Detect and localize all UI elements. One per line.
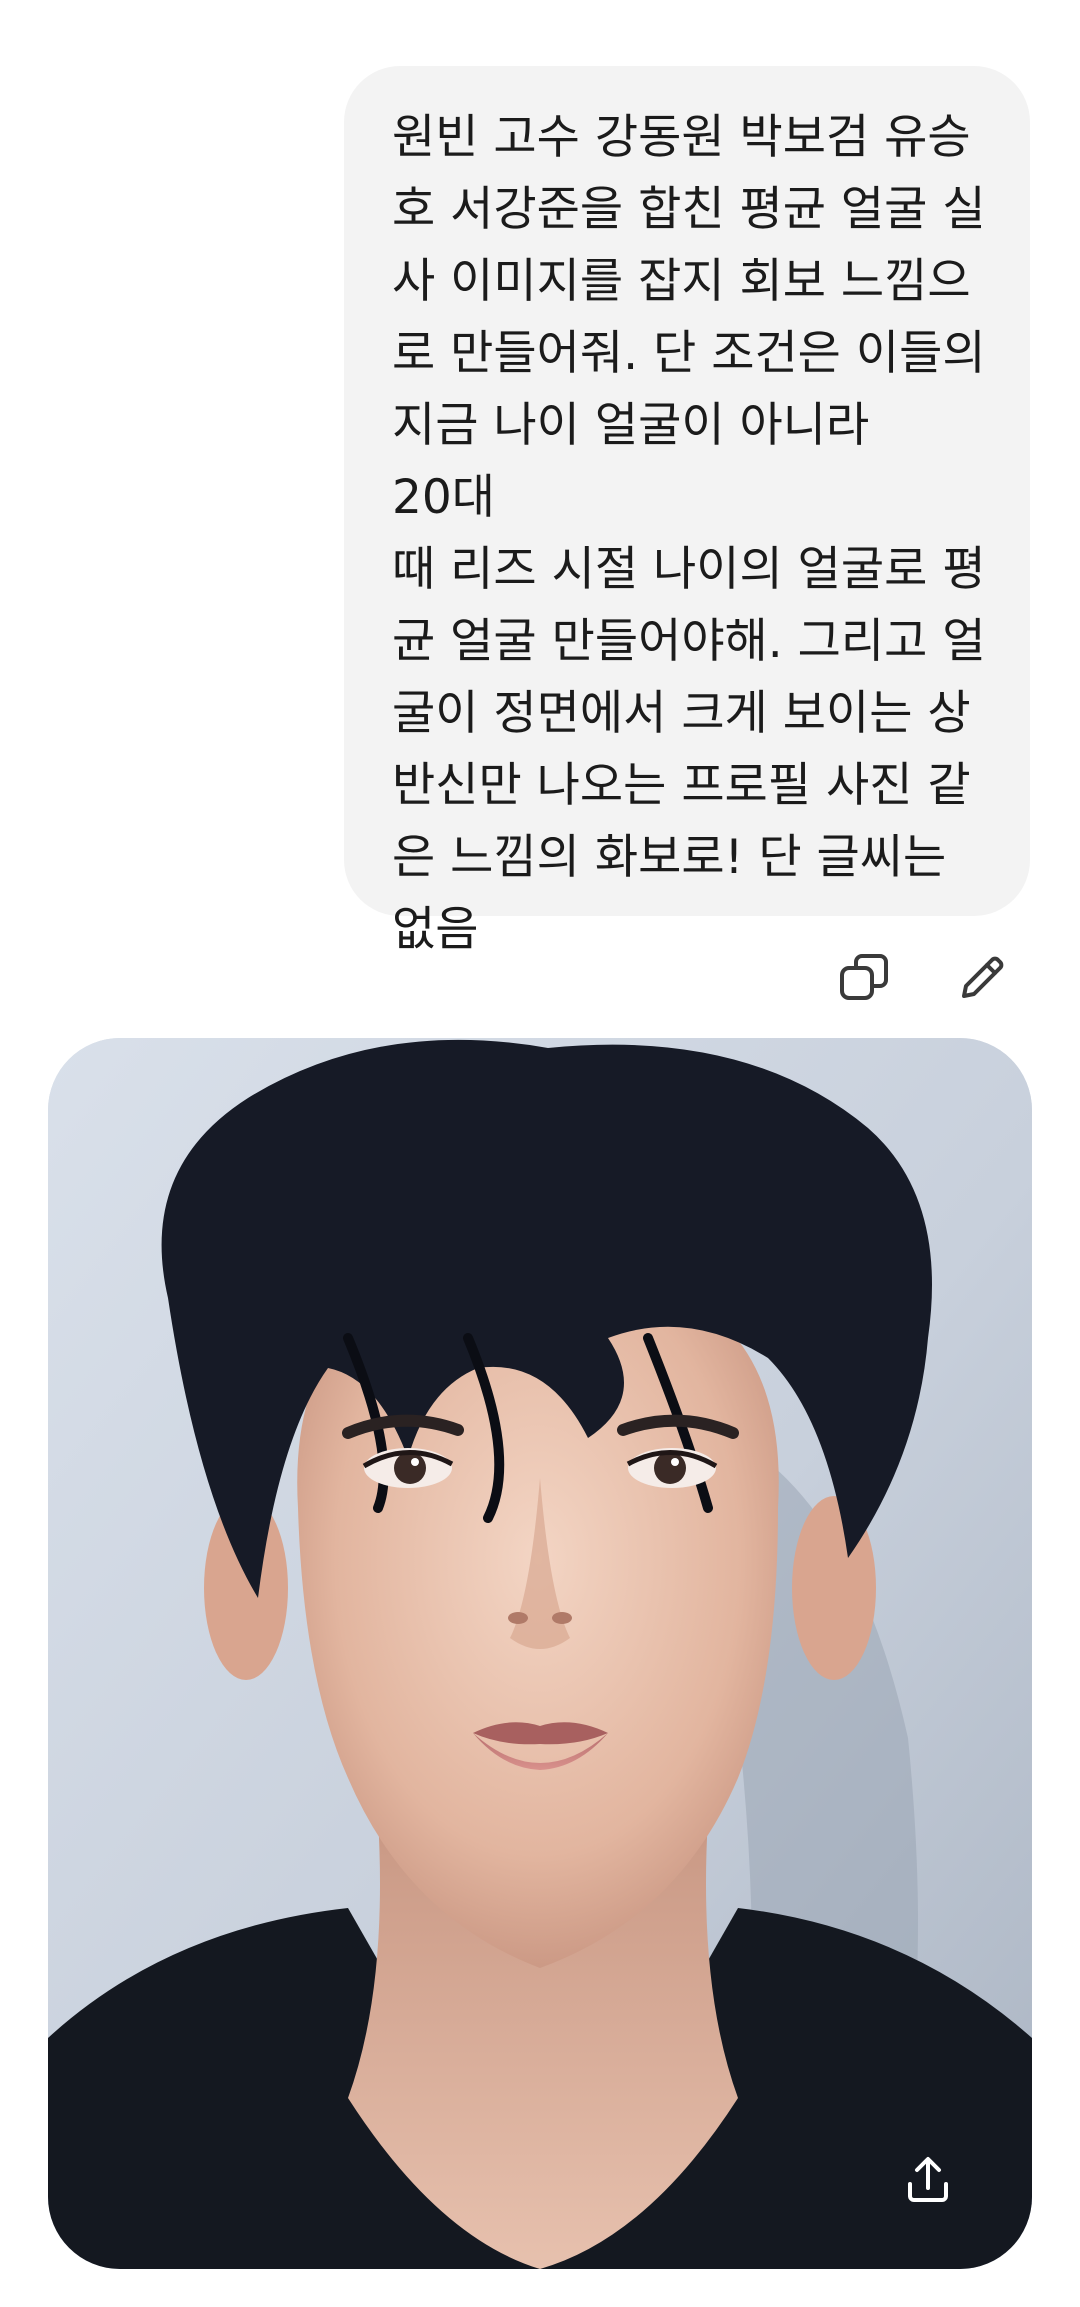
user-message-bubble: 원빈 고수 강동원 박보검 유승 호 서강준을 합친 평균 얼굴 실 사 이미지… xyxy=(344,66,1030,957)
message-actions xyxy=(0,946,1080,1010)
pencil-icon xyxy=(962,956,1004,998)
generated-image-card[interactable] xyxy=(48,1038,1032,2269)
edit-button[interactable] xyxy=(950,946,1014,1010)
copy-icon xyxy=(840,954,888,1000)
share-upload-icon xyxy=(908,2157,948,2202)
portrait-image xyxy=(48,1038,1032,2269)
share-button[interactable] xyxy=(888,2140,968,2220)
user-message-text: 원빈 고수 강동원 박보검 유승 호 서강준을 합친 평균 얼굴 실 사 이미지… xyxy=(392,110,986,957)
copy-button[interactable] xyxy=(832,946,896,1010)
